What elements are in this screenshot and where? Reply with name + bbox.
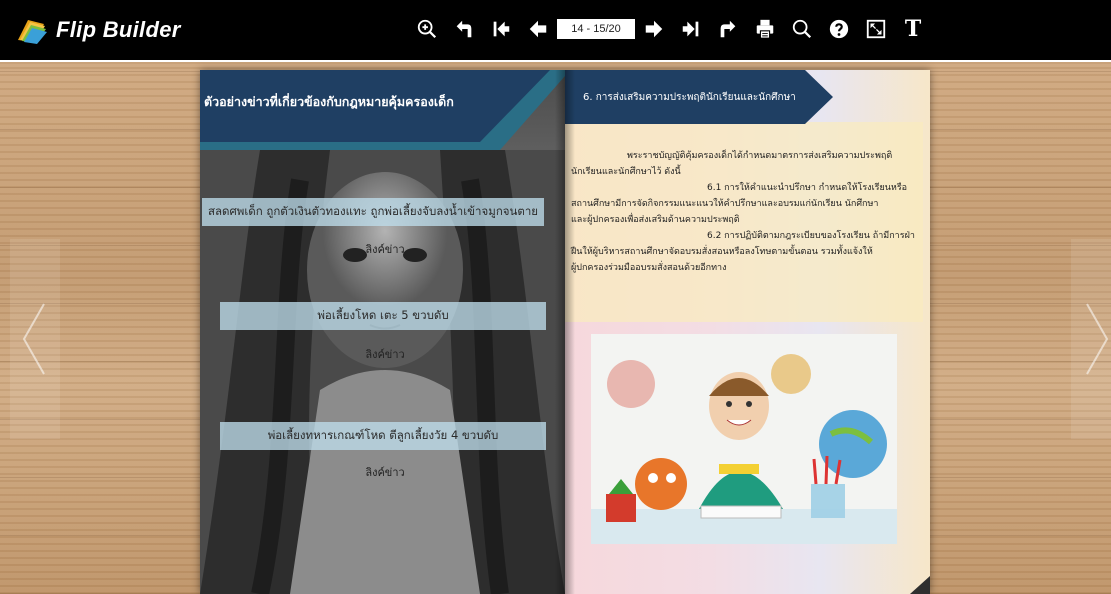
left-page-banner: ตัวอย่างข่าวที่เกี่ยวข้องกับกฎหมายคุ้มคร…	[200, 70, 565, 150]
paragraph-line-8: ผู้ปกครองร่วมมืออบรมสั่งสอนด้วยอีกทาง	[571, 263, 727, 273]
next-page-arrow-icon[interactable]	[1071, 239, 1111, 439]
help-icon[interactable]	[824, 14, 854, 44]
left-page[interactable]: ตัวอย่างข่าวที่เกี่ยวข้องกับกฎหมายคุ้มคร…	[200, 70, 565, 594]
news-link-1[interactable]: ลิงค์ข่าว	[355, 240, 415, 258]
paragraph-line-2: นักเรียนและนักศึกษาไว้ ดังนี้	[571, 167, 681, 177]
brand-name: Flip Builder	[56, 17, 181, 42]
prev-page-icon[interactable]	[523, 14, 553, 44]
paragraph-line-7: ฝืนให้ผู้บริหารสถานศึกษาจัดอบรมสั่งสอนหร…	[571, 247, 873, 257]
brand: Flip Builder	[14, 16, 181, 44]
paragraph-line-4: สถานศึกษามีการจัดกิจกรรมแนะแนวให้คำปรึกษ…	[571, 199, 879, 209]
news-link-3[interactable]: ลิงค์ข่าว	[355, 463, 415, 481]
right-page[interactable]: 6. การส่งเสริมความประพฤตินักเรียนและนักศ…	[565, 70, 930, 594]
text-mode-icon[interactable]: T	[898, 14, 928, 44]
paragraph-line-1: พระราชบัญญัติคุ้มครองเด็กได้กำหนดมาตรการ…	[627, 151, 893, 161]
book-gutter	[555, 70, 575, 594]
right-page-banner: 6. การส่งเสริมความประพฤตินักเรียนและนักศ…	[565, 70, 835, 124]
right-page-title: 6. การส่งเสริมความประพฤตินักเรียนและนักศ…	[583, 92, 796, 103]
toolbar-controls: T	[412, 14, 928, 44]
news-headline-2: พ่อเลี้ยงโหด เตะ 5 ขวบดับ	[220, 302, 546, 330]
print-icon[interactable]	[750, 14, 780, 44]
news-link-2[interactable]: ลิงค์ข่าว	[355, 345, 415, 363]
page-corner-fold-icon[interactable]	[910, 576, 930, 594]
boy-photo	[591, 334, 897, 544]
reading-stage: ตัวอย่างข่าวที่เกี่ยวข้องกับกฎหมายคุ้มคร…	[0, 64, 1111, 594]
toolbar: Flip Builder 14 - 15/20 T	[0, 0, 1111, 62]
paragraph-line-6: 6.2 การปฏิบัติตามกฎระเบียบของโรงเรียน ถ้…	[707, 231, 915, 241]
flip-book: ตัวอย่างข่าวที่เกี่ยวข้องกับกฎหมายคุ้มคร…	[200, 70, 930, 594]
redo-icon[interactable]	[713, 14, 743, 44]
next-page-icon[interactable]	[639, 14, 669, 44]
fullscreen-icon[interactable]	[861, 14, 891, 44]
undo-icon[interactable]	[449, 14, 479, 44]
zoom-in-icon[interactable]	[412, 14, 442, 44]
first-page-icon[interactable]	[486, 14, 516, 44]
search-icon[interactable]	[787, 14, 817, 44]
paragraph-line-5: และผู้ปกครองเพื่อส่งเสริมด้านความประพฤติ	[571, 215, 740, 225]
book-logo-icon	[14, 16, 50, 44]
left-page-title: ตัวอย่างข่าวที่เกี่ยวข้องกับกฎหมายคุ้มคร…	[204, 94, 454, 109]
news-headline-3: พ่อเลี้ยงทหารเกณฑ์โหด ตีลูกเลี้ยงวัย 4 ข…	[220, 422, 546, 450]
paragraph-line-3: 6.1 การให้คำแนะนำปรึกษา กำหนดให้โรงเรียน…	[707, 183, 908, 193]
news-headline-1: สลดศพเด็ก ถูกตัวเงินตัวทองแทะ ถูกพ่อเลี้…	[202, 198, 544, 226]
page-number-input[interactable]	[557, 19, 635, 39]
last-page-icon[interactable]	[676, 14, 706, 44]
previous-page-arrow-icon[interactable]	[10, 239, 60, 439]
